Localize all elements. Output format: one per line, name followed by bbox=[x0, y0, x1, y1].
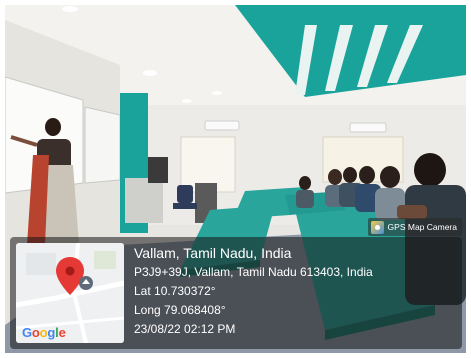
address-text: P3J9+39J, Vallam, Tamil Nadu 613403, Ind… bbox=[134, 265, 373, 279]
gps-camera-badge: GPS Map Camera bbox=[367, 218, 462, 236]
photo-frame: GPS Map Camera Google Vallam, Tamil Nadu… bbox=[5, 5, 466, 353]
location-overlay: Google Vallam, Tamil Nadu, India P3J9+39… bbox=[10, 237, 462, 349]
mini-map: Google bbox=[16, 243, 124, 343]
location-info: Vallam, Tamil Nadu, India P3J9+39J, Vall… bbox=[134, 243, 373, 339]
badge-label: GPS Map Camera bbox=[387, 222, 457, 232]
datetime-text: 23/08/22 02:12 PM bbox=[134, 322, 236, 336]
place-name: Vallam, Tamil Nadu, India bbox=[134, 245, 292, 261]
map-camera-icon bbox=[370, 220, 384, 234]
latitude-text: Lat 10.730372° bbox=[134, 284, 216, 298]
longitude-text: Long 79.068408° bbox=[134, 303, 226, 317]
google-logo: Google bbox=[22, 325, 66, 340]
